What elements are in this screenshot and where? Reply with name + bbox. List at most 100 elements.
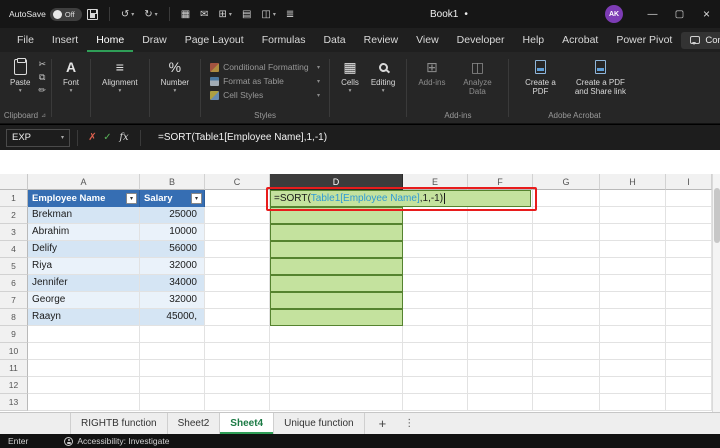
undo-icon[interactable]: ↺▾ <box>121 9 134 20</box>
cells-button[interactable]: ▦ Cells ▾ <box>335 56 365 95</box>
cell-a2[interactable]: Brekman <box>28 207 140 224</box>
ribbon-tab-data[interactable]: Data <box>314 28 354 52</box>
toolbar-icon-3[interactable]: ⊞▾ <box>219 9 232 20</box>
cell-g7[interactable] <box>533 292 600 309</box>
cell-b2[interactable]: 25000 <box>140 207 205 224</box>
cell-h7[interactable] <box>600 292 666 309</box>
cell-i9[interactable] <box>666 326 712 343</box>
vertical-scrollbar[interactable] <box>712 174 720 412</box>
cell-h13[interactable] <box>600 394 666 411</box>
cell-h8[interactable] <box>600 309 666 326</box>
cell-e5[interactable] <box>403 258 468 275</box>
cell-f4[interactable] <box>468 241 533 258</box>
cell-a13[interactable] <box>28 394 140 411</box>
sheet-options-icon[interactable]: ⋮ <box>404 413 414 434</box>
alignment-button[interactable]: ≡ Alignment ▾ <box>96 56 144 95</box>
column-header-f[interactable]: F <box>468 174 533 190</box>
cell-i8[interactable] <box>666 309 712 326</box>
cell-i12[interactable] <box>666 377 712 394</box>
cell-c11[interactable] <box>205 360 270 377</box>
cell-d12[interactable] <box>270 377 403 394</box>
cell-f5[interactable] <box>468 258 533 275</box>
new-sheet-button[interactable]: + <box>379 413 387 434</box>
confirm-icon[interactable]: ✓ <box>100 132 115 143</box>
spill-cell-d5[interactable] <box>270 258 403 275</box>
column-header-e[interactable]: E <box>403 174 468 190</box>
font-button[interactable]: A Font ▾ <box>57 56 85 95</box>
cell-f11[interactable] <box>468 360 533 377</box>
copy-icon[interactable]: ⧉ <box>38 72 46 82</box>
cell-a3[interactable]: Abrahim <box>28 224 140 241</box>
row-header-3[interactable]: 3 <box>0 224 28 241</box>
comments-button[interactable]: Comments <box>681 32 720 49</box>
ribbon-tab-insert[interactable]: Insert <box>43 28 87 52</box>
cell-b9[interactable] <box>140 326 205 343</box>
insert-function-icon[interactable]: fx <box>115 132 133 143</box>
row-header-1[interactable]: 1 <box>0 190 28 207</box>
cell-h3[interactable] <box>600 224 666 241</box>
cell-e13[interactable] <box>403 394 468 411</box>
row-header-7[interactable]: 7 <box>0 292 28 309</box>
conditional-formatting-button[interactable]: Conditional Formatting ▾ <box>206 61 324 73</box>
ribbon-tab-view[interactable]: View <box>407 28 448 52</box>
cell-i3[interactable] <box>666 224 712 241</box>
cell-b3[interactable]: 10000 <box>140 224 205 241</box>
ribbon-tab-power-pivot[interactable]: Power Pivot <box>607 28 681 52</box>
cell-b13[interactable] <box>140 394 205 411</box>
cell-a4[interactable]: Delify <box>28 241 140 258</box>
cell-i7[interactable] <box>666 292 712 309</box>
maximize-button[interactable]: ▢ <box>666 0 693 28</box>
row-header-4[interactable]: 4 <box>0 241 28 258</box>
cell-d9[interactable] <box>270 326 403 343</box>
cell-g3[interactable] <box>533 224 600 241</box>
cell-f9[interactable] <box>468 326 533 343</box>
ribbon-tab-draw[interactable]: Draw <box>133 28 176 52</box>
cell-i6[interactable] <box>666 275 712 292</box>
name-box[interactable]: EXP ▾ <box>6 129 70 147</box>
toolbar-icon-6[interactable]: ≣ <box>286 9 294 20</box>
autosave-toggle[interactable]: Off <box>50 8 82 21</box>
select-all-corner[interactable] <box>0 174 28 190</box>
cell-b6[interactable]: 34000 <box>140 275 205 292</box>
column-header-b[interactable]: B <box>140 174 205 190</box>
spill-cell-d7[interactable] <box>270 292 403 309</box>
dialog-launcher-icon[interactable]: ⊿ <box>41 112 46 119</box>
ribbon-tab-home[interactable]: Home <box>87 28 133 52</box>
cell-g1[interactable] <box>533 190 600 207</box>
ribbon-tab-help[interactable]: Help <box>514 28 554 52</box>
addins-button[interactable]: ⊞ Add-ins <box>412 56 451 89</box>
row-header-11[interactable]: 11 <box>0 360 28 377</box>
sheet-tab-unique-function[interactable]: Unique function <box>274 413 365 434</box>
spill-cell-d3[interactable] <box>270 224 403 241</box>
cell-f12[interactable] <box>468 377 533 394</box>
toolbar-icon-1[interactable]: ▦ <box>181 9 190 20</box>
cell-a10[interactable] <box>28 343 140 360</box>
row-header-5[interactable]: 5 <box>0 258 28 275</box>
paste-button[interactable]: Paste ▾ <box>4 56 36 95</box>
ribbon-tab-review[interactable]: Review <box>355 28 407 52</box>
cell-a12[interactable] <box>28 377 140 394</box>
cell-b4[interactable]: 56000 <box>140 241 205 258</box>
cell-f13[interactable] <box>468 394 533 411</box>
cell-f2[interactable] <box>468 207 533 224</box>
cell-c2[interactable] <box>205 207 270 224</box>
cell-styles-button[interactable]: Cell Styles ▾ <box>206 89 324 101</box>
cell-h4[interactable] <box>600 241 666 258</box>
cell-h10[interactable] <box>600 343 666 360</box>
cell-d10[interactable] <box>270 343 403 360</box>
cell-h6[interactable] <box>600 275 666 292</box>
cell-a6[interactable]: Jennifer <box>28 275 140 292</box>
cell-i1[interactable] <box>666 190 712 207</box>
cell-b12[interactable] <box>140 377 205 394</box>
cell-h9[interactable] <box>600 326 666 343</box>
cell-g11[interactable] <box>533 360 600 377</box>
cell-i11[interactable] <box>666 360 712 377</box>
cell-h5[interactable] <box>600 258 666 275</box>
cell-e7[interactable] <box>403 292 468 309</box>
ribbon-tab-page-layout[interactable]: Page Layout <box>176 28 253 52</box>
cell-c7[interactable] <box>205 292 270 309</box>
cell-c3[interactable] <box>205 224 270 241</box>
sheet-tab-sheet2[interactable]: Sheet2 <box>168 413 221 434</box>
create-pdf-share-button[interactable]: Create a PDF and Share link <box>566 56 634 98</box>
cell-g12[interactable] <box>533 377 600 394</box>
